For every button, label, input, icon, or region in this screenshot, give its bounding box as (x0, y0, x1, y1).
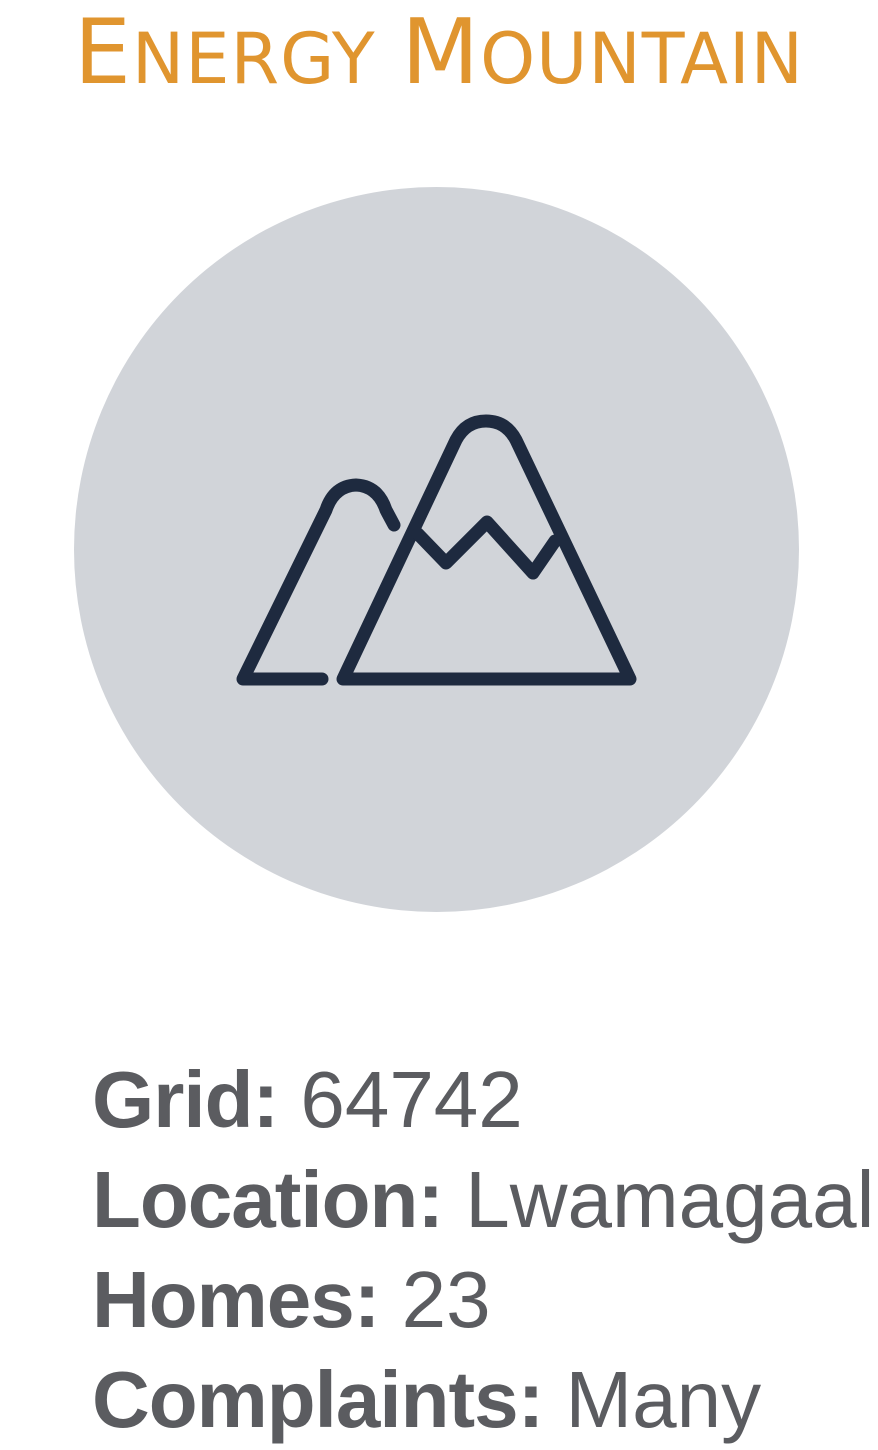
info-panel: Grid: 64742 Location: Lwamagaali Homes: … (92, 1050, 878, 1450)
title-word-2: OUNTAIN (480, 18, 804, 100)
location-row: Location: Lwamagaali (92, 1150, 878, 1250)
title-initial-2: M (401, 0, 481, 105)
grid-row: Grid: 64742 (92, 1050, 878, 1150)
homes-value: 23 (401, 1255, 491, 1344)
page-title: ENERGY MOUNTAIN (0, 8, 878, 98)
grid-label: Grid: (92, 1055, 279, 1144)
location-value: Lwamagaali (465, 1155, 878, 1244)
homes-row: Homes: 23 (92, 1250, 878, 1350)
complaints-label: Complaints: (92, 1355, 544, 1444)
grid-value: 64742 (300, 1055, 523, 1144)
location-label: Location: (92, 1155, 444, 1244)
title-initial-1: E (74, 0, 132, 105)
mountain-icon (74, 187, 799, 912)
homes-label: Homes: (92, 1255, 380, 1344)
complaints-value: Many (565, 1355, 762, 1444)
title-word-1: NERGY (131, 18, 376, 100)
complaints-row: Complaints: Many (92, 1350, 878, 1450)
mountain-badge (74, 187, 799, 912)
